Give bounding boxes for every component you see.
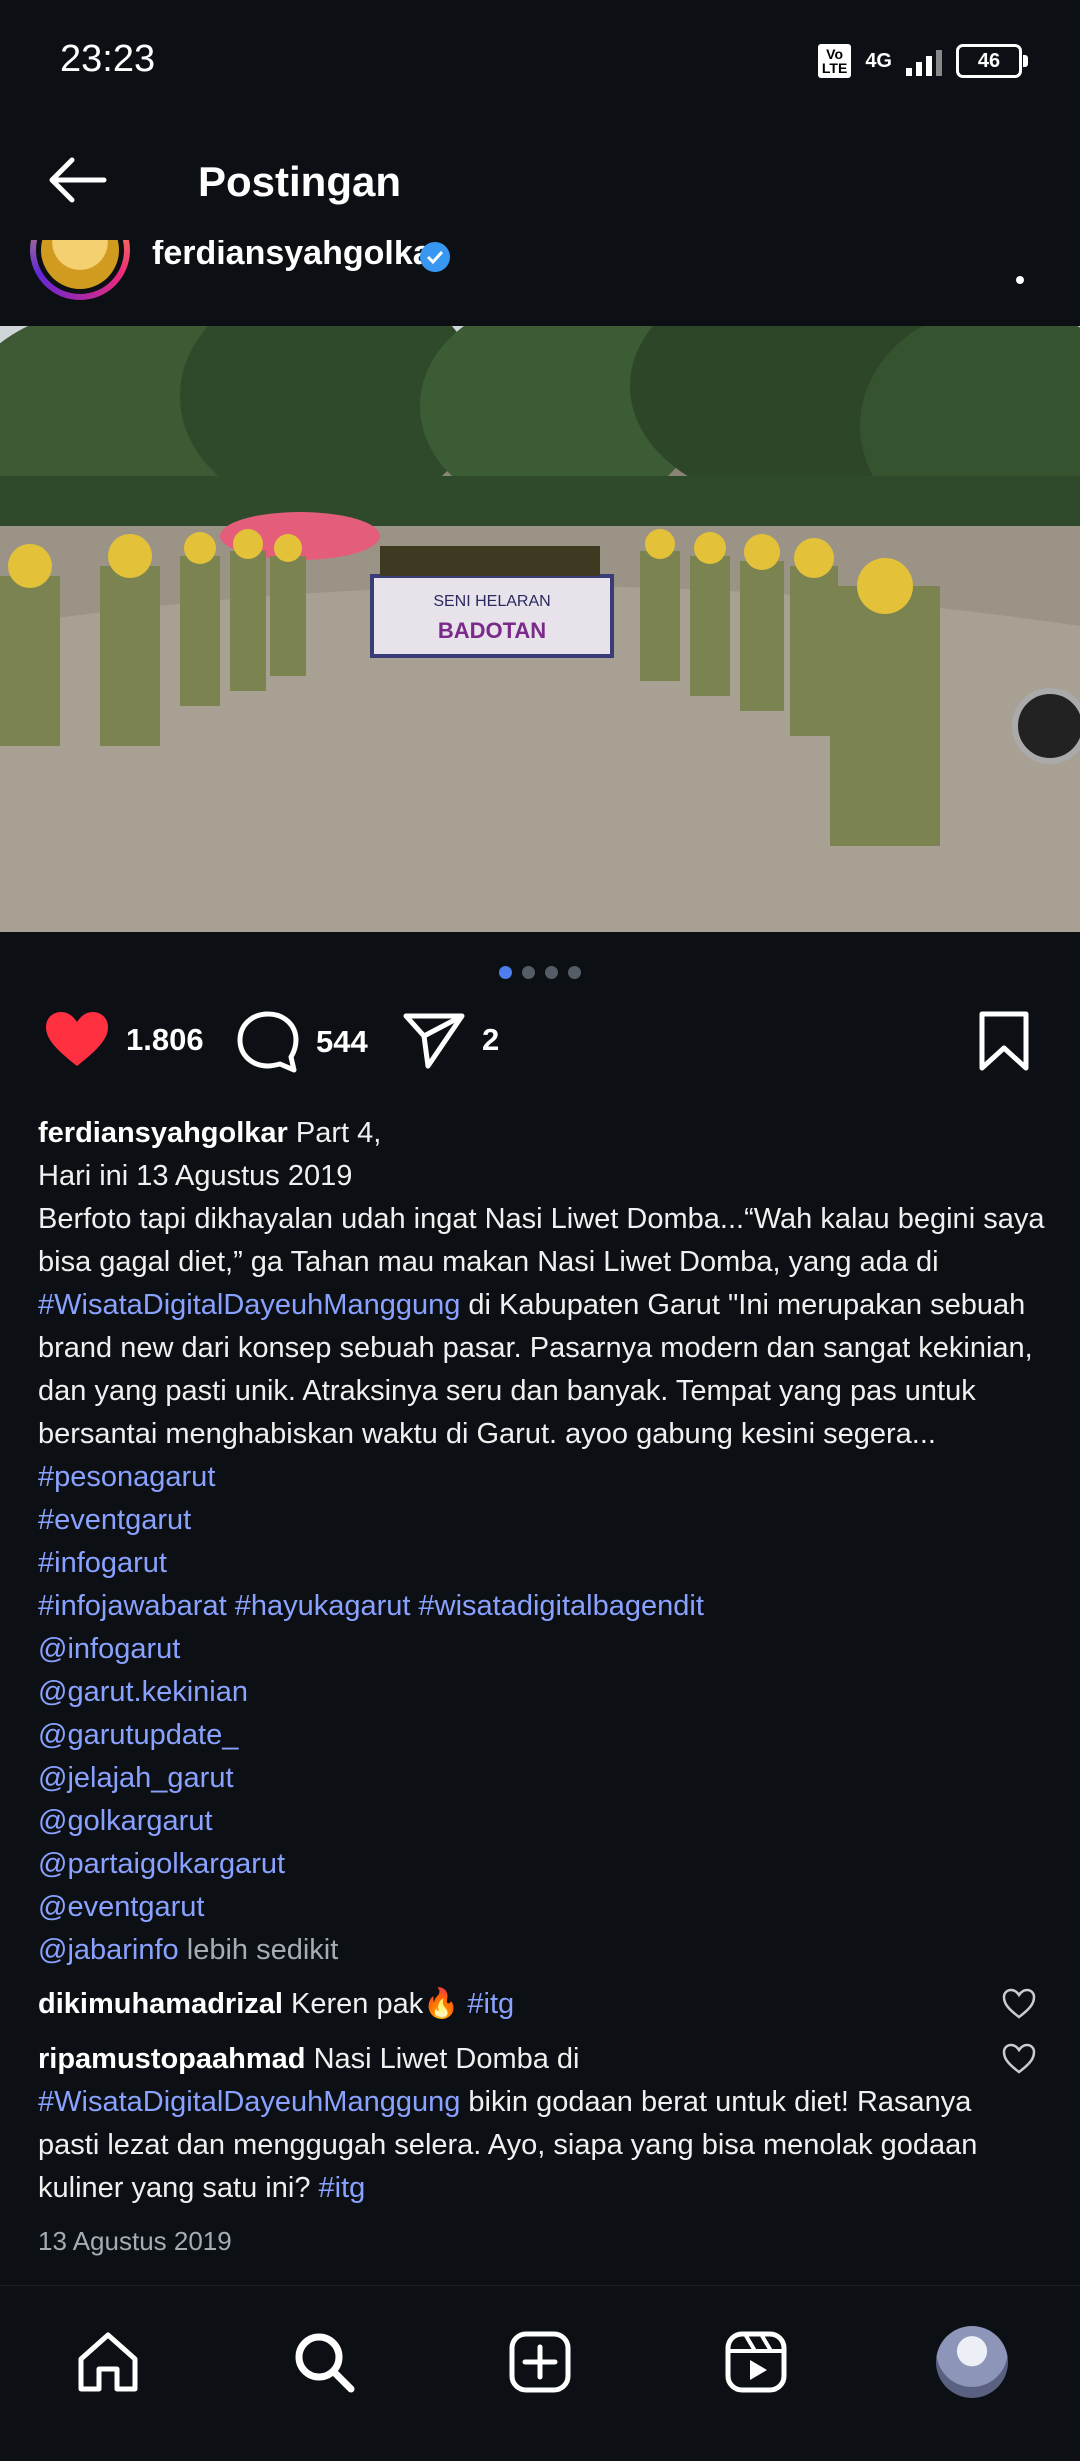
post-photo-drawing: SENI HELARAN BADOTAN: [0, 326, 1080, 932]
hashtag-link[interactable]: #WisataDigitalDayeuhManggung: [38, 2086, 460, 2118]
more-options-icon[interactable]: [1014, 256, 1026, 286]
like-count: 1.806: [126, 1022, 204, 1057]
carousel-dot: [545, 966, 558, 979]
caption-text: Berfoto tapi dikhayalan udah ingat Nasi …: [38, 1203, 1045, 1278]
signal-icon: [906, 46, 942, 76]
mention-link[interactable]: @eventgarut: [38, 1891, 204, 1923]
caption-date-line: Hari ini 13 Agustus 2019: [38, 1160, 353, 1192]
home-icon: [78, 2332, 138, 2392]
comment-username[interactable]: dikimuhamadrizal: [38, 1988, 283, 2020]
comment-count: 544: [316, 1024, 368, 1059]
share-count: 2: [482, 1022, 500, 1057]
mention-link[interactable]: @jabarinfo: [38, 1934, 179, 1966]
carousel-dot: [499, 966, 512, 979]
comment-icon: [237, 1011, 299, 1073]
profile-avatar: [936, 2326, 1008, 2398]
post-caption: ferdiansyahgolkar Part 4, Hari ini 13 Ag…: [38, 1112, 1048, 1972]
comment-button[interactable]: 544: [236, 1010, 368, 1074]
post-date: 13 Agustus 2019: [38, 2226, 232, 2256]
post-image[interactable]: SENI HELARAN BADOTAN: [0, 326, 1080, 932]
nav-reels-button[interactable]: [716, 2322, 796, 2402]
reels-icon: [725, 2331, 787, 2393]
caption-username[interactable]: ferdiansyahgolkar: [38, 1117, 288, 1149]
bottom-navigation: [0, 2285, 1080, 2461]
hashtag-link[interactable]: #eventgarut: [38, 1504, 191, 1536]
search-icon: [295, 2333, 355, 2393]
mention-link[interactable]: @garutupdate_: [38, 1719, 238, 1751]
status-icons: Vo LTE 4G 46: [817, 44, 1028, 78]
comment-like-icon[interactable]: [1002, 1988, 1036, 2020]
hashtag-link[interactable]: #infojawabarat: [38, 1590, 227, 1622]
arrow-left-icon: [49, 157, 107, 203]
nav-home-button[interactable]: [68, 2322, 148, 2402]
page-title: Postingan: [198, 158, 402, 205]
post-author-row: ferdiansyahgolkar: [0, 240, 1080, 326]
network-type: 4G: [865, 49, 892, 72]
hashtag-link[interactable]: #itg: [319, 2172, 366, 2204]
hashtag-link[interactable]: #wisatadigitalbagendit: [419, 1590, 704, 1622]
hashtag-link[interactable]: #WisataDigitalDayeuhManggung: [38, 1289, 460, 1321]
hashtag-link[interactable]: #hayukagarut: [235, 1590, 411, 1622]
post-actions: 1.806 544 2: [0, 1010, 1080, 1100]
top-app-bar: Postingan: [0, 120, 1080, 240]
battery-level: 46: [977, 49, 1001, 72]
share-button[interactable]: 2: [402, 1010, 499, 1070]
comment-item: ripamustopaahmad Nasi Liwet Domba di #Wi…: [38, 2038, 988, 2210]
banner-subtext: BADOTAN: [438, 618, 546, 643]
carousel-indicator: [0, 966, 1080, 979]
comment-like-icon[interactable]: [1002, 2043, 1036, 2075]
mention-link[interactable]: @golkargarut: [38, 1805, 213, 1837]
mention-link[interactable]: @jelajah_garut: [38, 1762, 234, 1794]
nav-search-button[interactable]: [284, 2322, 364, 2402]
send-icon: [403, 1013, 465, 1069]
heart-filled-icon: [46, 1012, 108, 1066]
author-avatar[interactable]: [30, 240, 130, 300]
show-less-link[interactable]: lebih sedikit: [187, 1934, 339, 1966]
like-button[interactable]: 1.806: [44, 1010, 204, 1070]
bookmark-icon: [979, 1011, 1029, 1071]
verified-badge-icon: [420, 242, 450, 272]
status-time: 23:23: [60, 38, 156, 80]
hashtag-link[interactable]: #itg: [467, 1988, 514, 2020]
battery-icon: 46: [956, 44, 1028, 78]
back-button[interactable]: [42, 150, 112, 210]
status-bar: 23:23 Vo LTE 4G 46: [0, 0, 1080, 120]
caption-part: Part 4,: [295, 1117, 382, 1149]
banner-text: SENI HELARAN: [433, 593, 550, 610]
hashtag-link[interactable]: #infogarut: [38, 1547, 167, 1579]
carousel-dot: [568, 966, 581, 979]
comment-text: Keren pak🔥: [291, 1988, 468, 2020]
mention-link[interactable]: @garut.kekinian: [38, 1676, 248, 1708]
volte-icon: Vo LTE: [817, 44, 852, 78]
comment-text: Nasi Liwet Domba di: [313, 2043, 580, 2075]
nav-profile-button[interactable]: [932, 2322, 1012, 2402]
hashtag-link[interactable]: #pesonagarut: [38, 1461, 215, 1493]
save-button[interactable]: [976, 1010, 1032, 1072]
carousel-dot: [522, 966, 535, 979]
create-icon: [509, 2331, 571, 2393]
nav-create-button[interactable]: [500, 2322, 580, 2402]
comment-item: dikimuhamadrizal Keren pak🔥 #itg: [38, 1983, 988, 2026]
mention-link[interactable]: @partaigolkargarut: [38, 1848, 285, 1880]
mention-link[interactable]: @infogarut: [38, 1633, 180, 1665]
author-username[interactable]: ferdiansyahgolkar: [152, 240, 445, 273]
comment-username[interactable]: ripamustopaahmad: [38, 2043, 306, 2075]
